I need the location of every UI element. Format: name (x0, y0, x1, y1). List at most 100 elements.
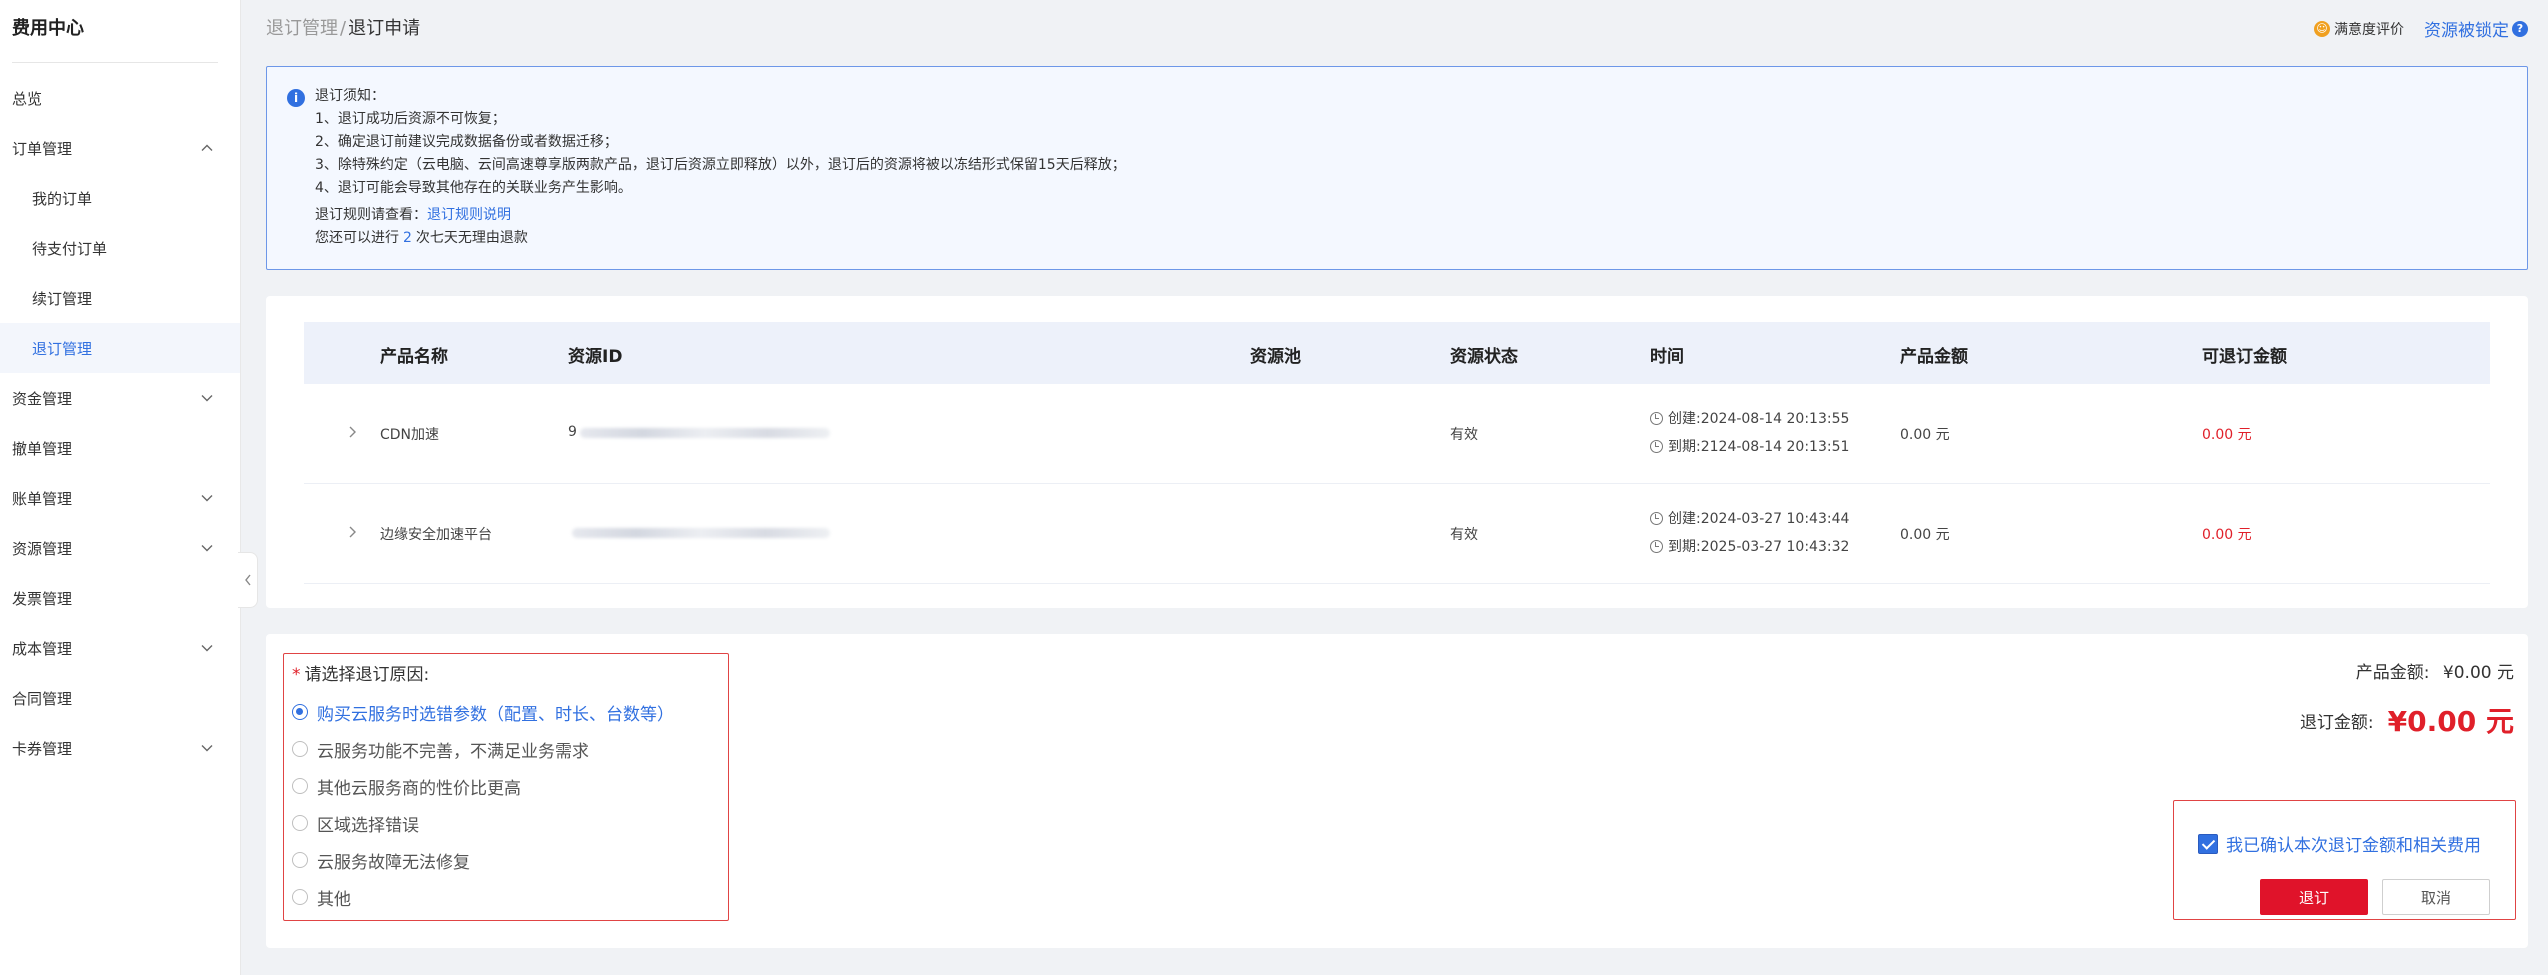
radio[interactable] (292, 889, 308, 905)
sidebar-item-label: 待支付订单 (32, 239, 108, 258)
resource-id: 9 (568, 424, 577, 440)
sidebar-item-coupons[interactable]: 卡券管理 (0, 723, 240, 773)
chevron-right-icon[interactable] (344, 424, 360, 440)
sidebar-item-label: 总览 (12, 89, 43, 108)
radio[interactable] (292, 852, 308, 868)
confirm-checkbox[interactable] (2198, 833, 2218, 854)
created-time: 创建:2024-03-27 10:43:44 (1650, 508, 1849, 528)
column-header: 资源池 (1250, 347, 1301, 367)
table-row: 边缘安全加速平台 有效 创建:2024-03-27 10:43:44 到期:20… (304, 484, 2490, 584)
sidebar-item-contracts[interactable]: 合同管理 (0, 673, 240, 723)
chevron-up-icon (201, 144, 213, 151)
top-right-actions: ☺ 满意度评价 资源被锁定 ? (2314, 16, 2528, 41)
product-amount-summary: 产品金额: ¥0.00 元 (2356, 658, 2514, 683)
breadcrumb-separator: / (340, 18, 347, 39)
reason-selector: * 请选择退订原因: 购买云服务时选错参数（配置、时长、台数等） 云服务功能不完善… (283, 653, 729, 921)
reason-option[interactable]: 云服务功能不完善，不满足业务需求 (292, 737, 589, 762)
clock-icon (1650, 540, 1663, 553)
sidebar-divider (12, 62, 218, 63)
resource-id-redacted (580, 428, 830, 438)
sidebar-item-unsubscribe[interactable]: 退订管理 (0, 323, 240, 373)
product-name: 边缘安全加速平台 (380, 527, 492, 543)
radio[interactable] (292, 741, 308, 757)
column-header: 资源状态 (1450, 347, 1518, 367)
radio[interactable] (292, 815, 308, 831)
sidebar-title: 费用中心 (12, 18, 84, 39)
notice-body: 退订须知： 1、退订成功后资源不可恢复； 2、确定退订前建议完成数据备份或者数据… (315, 85, 1126, 250)
unsubscribe-form-card: * 请选择退订原因: 购买云服务时选错参数（配置、时长、台数等） 云服务功能不完善… (266, 634, 2528, 948)
reason-option[interactable]: 云服务故障无法修复 (292, 848, 470, 873)
sidebar-item-renewal[interactable]: 续订管理 (0, 273, 240, 323)
column-header: 产品名称 (380, 347, 448, 367)
created-time-text: 创建:2024-08-14 20:13:55 (1668, 411, 1850, 427)
help-icon[interactable]: ? (2512, 20, 2528, 37)
sidebar-item-label: 退订管理 (32, 339, 93, 358)
clock-icon (1650, 512, 1663, 525)
product-amount: 0.00 元 (1900, 527, 1950, 543)
product-name: CDN加速 (380, 427, 440, 443)
reason-option-label: 其他云服务商的性价比更高 (317, 778, 521, 799)
reason-option[interactable]: 购买云服务时选错参数（配置、时长、台数等） (292, 700, 674, 725)
product-amount-label: 产品金额: (2355, 663, 2430, 683)
chevron-left-icon (244, 574, 251, 586)
confirm-checkbox-row[interactable]: 我已确认本次退订金额和相关费用 (2198, 831, 2481, 856)
resource-locked-link[interactable]: 资源被锁定 (2424, 16, 2509, 41)
notice-refund-suffix: 次七天无理由退款 (415, 230, 528, 246)
column-header: 时间 (1650, 347, 1684, 367)
topbar: 退订管理 / 退订申请 ☺ 满意度评价 资源被锁定 ? (266, 0, 2528, 52)
chevron-down-icon (201, 545, 213, 552)
reason-option[interactable]: 区域选择错误 (292, 811, 419, 836)
sidebar: 费用中心 总览 订单管理 我的订单 待支付订单 续订管理 退订管理 资金管理 撤… (0, 0, 241, 975)
sidebar-item-resources[interactable]: 资源管理 (0, 523, 240, 573)
product-amount: 0.00 元 (1900, 427, 1950, 443)
sidebar-item-cancel-order[interactable]: 撤单管理 (0, 423, 240, 473)
sidebar-item-my-orders[interactable]: 我的订单 (0, 173, 240, 223)
reason-title-text: 请选择退订原因: (304, 665, 430, 685)
satisfaction-rating-link[interactable]: 满意度评价 (2334, 19, 2404, 39)
resource-status: 有效 (1450, 527, 1478, 543)
reason-option[interactable]: 其他云服务商的性价比更高 (292, 774, 521, 799)
sidebar-item-label: 我的订单 (32, 189, 93, 208)
main-content: 退订管理 / 退订申请 ☺ 满意度评价 资源被锁定 ? i 退订须知： 1、退订成功… (266, 0, 2528, 948)
chevron-down-icon (201, 395, 213, 402)
chevron-right-icon[interactable] (344, 524, 360, 540)
chevron-down-icon (201, 745, 213, 752)
required-mark: * (292, 665, 301, 685)
column-header: 产品金额 (1900, 347, 1968, 367)
confirm-label: 我已确认本次退订金额和相关费用 (2226, 836, 2481, 856)
sidebar-item-invoices[interactable]: 发票管理 (0, 573, 240, 623)
product-amount-value: ¥0.00 元 (2442, 663, 2514, 683)
radio-selected[interactable] (292, 704, 308, 720)
created-time: 创建:2024-08-14 20:13:55 (1650, 408, 1849, 428)
created-time-text: 创建:2024-03-27 10:43:44 (1668, 511, 1850, 527)
sidebar-item-pending-payment[interactable]: 待支付订单 (0, 223, 240, 273)
notice-rule-prefix: 退订规则请查看： (315, 207, 427, 223)
cancel-button[interactable]: 取消 (2382, 879, 2490, 915)
notice-rule-line: 退订规则请查看：退订规则说明 (315, 204, 1126, 227)
resource-status: 有效 (1450, 427, 1478, 443)
reason-option-label: 其他 (317, 889, 351, 910)
sidebar-item-overview[interactable]: 总览 (0, 73, 240, 123)
unsubscribe-notice: i 退订须知： 1、退订成功后资源不可恢复； 2、确定退订前建议完成数据备份或者… (266, 66, 2528, 270)
sidebar-item-costs[interactable]: 成本管理 (0, 623, 240, 673)
sidebar-item-funds[interactable]: 资金管理 (0, 373, 240, 423)
reason-option[interactable]: 其他 (292, 885, 351, 910)
column-header: 可退订金额 (2202, 347, 2287, 367)
unsubscribe-button[interactable]: 退订 (2260, 879, 2368, 915)
sidebar-item-label: 账单管理 (12, 489, 73, 508)
sidebar-item-label: 续订管理 (32, 289, 93, 308)
unsubscribe-rules-link[interactable]: 退订规则说明 (427, 207, 511, 223)
reason-title: * 请选择退订原因: (292, 660, 429, 685)
refund-amount-summary: 退订金额: ¥0.00 元 (2300, 700, 2514, 740)
sidebar-item-label: 撤单管理 (12, 439, 73, 458)
sidebar-collapse-button[interactable] (238, 552, 258, 608)
notice-line: 4、退订可能会导致其他存在的关联业务产生影响。 (315, 180, 632, 196)
breadcrumb-parent-link[interactable]: 退订管理 (266, 18, 338, 39)
confirm-panel: 我已确认本次退订金额和相关费用 退订 取消 (2173, 800, 2516, 920)
clock-icon (1650, 440, 1663, 453)
smiley-icon[interactable]: ☺ (2314, 20, 2330, 37)
sidebar-item-bills[interactable]: 账单管理 (0, 473, 240, 523)
sidebar-item-orders[interactable]: 订单管理 (0, 123, 240, 173)
radio[interactable] (292, 778, 308, 794)
table-header: 产品名称 资源ID 资源池 资源状态 时间 产品金额 可退订金额 (304, 322, 2490, 384)
